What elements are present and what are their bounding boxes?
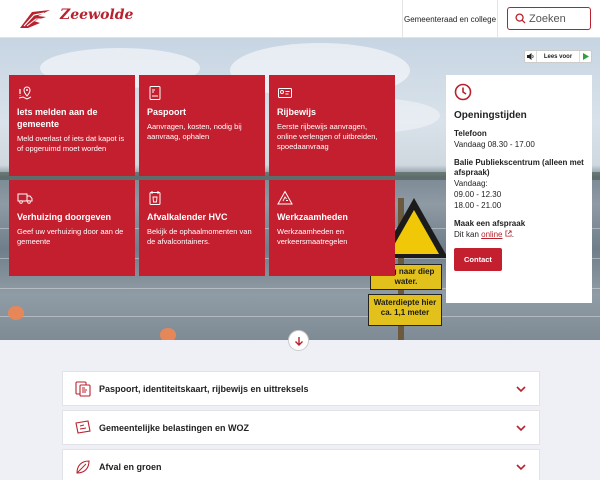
- external-link-icon: [505, 230, 512, 237]
- appointment-suffix: .: [511, 230, 514, 239]
- contact-button[interactable]: Contact: [454, 248, 502, 271]
- appointment-label: Maak een afspraak: [454, 219, 526, 228]
- chevron-down-icon: [516, 463, 526, 470]
- chevron-down-icon: [516, 385, 526, 392]
- site-header: Zeewolde Gemeenteraad en college: [0, 0, 600, 38]
- clock-icon: [454, 83, 472, 101]
- desk-slot: 18.00 - 21.00: [454, 201, 502, 210]
- appointment-prefix: Dit kan: [454, 230, 482, 239]
- tax-icon: [73, 418, 93, 438]
- read-aloud-widget[interactable]: Lees voor: [524, 50, 592, 63]
- search-icon: [515, 13, 526, 24]
- site-logo-text[interactable]: Zeewolde: [60, 7, 133, 23]
- sign-plate-depth: Waterdiepte hier ca. 1,1 meter: [368, 294, 442, 326]
- documents-icon: [73, 379, 93, 399]
- desk-slot: 09.00 - 12.30: [454, 190, 502, 199]
- tile-title: Werkzaamheden: [277, 212, 348, 222]
- chevron-down-icon: [516, 424, 526, 431]
- tile-description: Meld overlast of iets dat kapot is of op…: [17, 134, 125, 153]
- leaf-icon: [73, 457, 93, 477]
- read-aloud-label: Lees voor: [543, 53, 573, 60]
- tile-paspoort[interactable]: Paspoort Aanvragen, kosten, nodig bij aa…: [139, 75, 265, 176]
- accordion-label: Gemeentelijke belastingen en WOZ: [99, 422, 250, 433]
- appointment-text: Dit kan online .: [454, 229, 584, 240]
- arrow-down-icon: [294, 336, 303, 346]
- accordion-item-paspoort[interactable]: Paspoort, identiteitskaart, rijbewijs en…: [62, 371, 540, 406]
- desk-today: Vandaag:: [454, 179, 488, 188]
- tile-title: Verhuizing doorgeven: [17, 212, 112, 222]
- warning-sign-inner: [389, 210, 439, 254]
- desk-label: Balie Publiekscentrum (alleen met afspra…: [454, 158, 584, 177]
- accordion-label: Paspoort, identiteitskaart, rijbewijs en…: [99, 383, 309, 394]
- opening-hours-title: Openingstijden: [454, 110, 527, 121]
- tile-description: Bekijk de ophaalmomenten van de afvalcon…: [147, 227, 252, 246]
- buoy: [8, 306, 24, 320]
- zeewolde-logo-icon[interactable]: [18, 8, 52, 30]
- tile-title: Afvalkalender HVC: [147, 212, 228, 222]
- location-pin-icon: [18, 86, 32, 100]
- tile-title: Iets melden aan de gemeente: [17, 107, 98, 129]
- passport-icon: [149, 86, 161, 100]
- accordion-label: Afval en groen: [99, 461, 162, 472]
- tile-description: Eerste rijbewijs aanvragen, online verle…: [277, 122, 378, 151]
- tile-rijbewijs[interactable]: Rijbewijs Eerste rijbewijs aanvragen, on…: [269, 75, 395, 176]
- trash-calendar-icon: [149, 191, 161, 205]
- speaker-icon: [525, 51, 537, 62]
- tile-verhuizing[interactable]: Verhuizing doorgeven Geef uw verhuizing …: [9, 180, 135, 276]
- moving-truck-icon: [17, 193, 33, 204]
- tile-iets-melden[interactable]: Iets melden aan de gemeente Meld overlas…: [9, 75, 135, 176]
- search-box[interactable]: [507, 7, 591, 30]
- online-appointment-link[interactable]: online: [481, 230, 502, 239]
- buoy: [160, 328, 176, 340]
- scroll-down-button[interactable]: [288, 330, 309, 351]
- opening-hours-card: Openingstijden Telefoon Vandaag 08.30 - …: [446, 75, 592, 303]
- accordion-item-belastingen[interactable]: Gemeentelijke belastingen en WOZ: [62, 410, 540, 445]
- search-input[interactable]: [529, 11, 587, 27]
- water-ripple: [0, 316, 600, 317]
- tile-description: Werkzaamheden en verkeersmaatregelen: [277, 227, 348, 246]
- tile-werkzaamheden[interactable]: Werkzaamheden Werkzaamheden en verkeersm…: [269, 180, 395, 276]
- council-link[interactable]: Gemeenteraad en college: [402, 0, 498, 38]
- accordion-item-afval[interactable]: Afval en groen: [62, 449, 540, 480]
- tile-description: Geef uw verhuizing door aan de gemeente: [17, 227, 124, 246]
- tile-afvalkalender[interactable]: Afvalkalender HVC Bekijk de ophaalmoment…: [139, 180, 265, 276]
- id-card-icon: [278, 88, 292, 98]
- tile-title: Rijbewijs: [277, 107, 317, 117]
- tile-title: Paspoort: [147, 107, 187, 117]
- tile-description: Aanvragen, kosten, nodig bij aanvraag, o…: [147, 122, 242, 141]
- phone-label: Telefoon: [454, 129, 487, 138]
- phone-hours: Vandaag 08.30 - 17.00: [454, 140, 535, 149]
- roadwork-icon: [277, 190, 293, 205]
- play-icon[interactable]: [579, 51, 591, 62]
